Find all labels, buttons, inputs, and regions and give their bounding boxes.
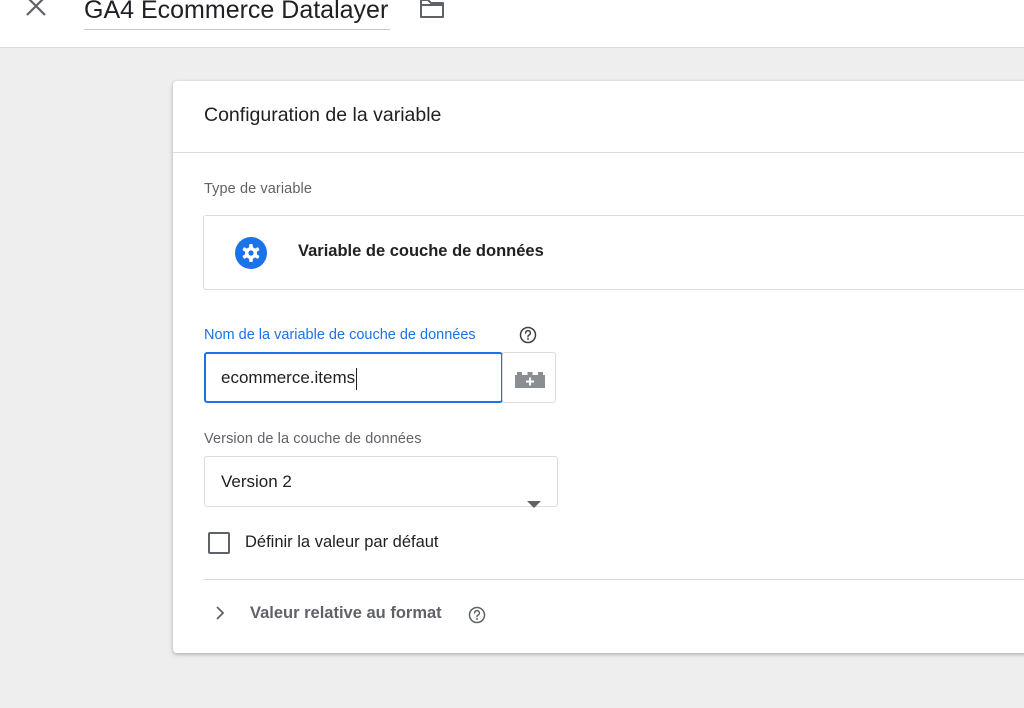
card-title: Configuration de la variable — [204, 104, 442, 126]
default-value-checkbox[interactable] — [208, 532, 230, 554]
default-value-label: Définir la valeur par défaut — [245, 533, 439, 551]
card-header: Configuration de la variable — [173, 81, 1024, 153]
data-layer-version-label: Version de la couche de données — [204, 431, 422, 447]
variable-configuration-card: Configuration de la variable Type de var… — [173, 81, 1024, 653]
format-value-expander[interactable]: Valeur relative au format — [203, 599, 523, 631]
data-layer-version-select[interactable]: Version 2 — [204, 456, 558, 508]
variable-type-label: Type de variable — [204, 181, 312, 197]
help-icon[interactable] — [468, 606, 486, 624]
data-layer-name-value: ecommerce.items — [221, 368, 356, 387]
dropdown-arrow-icon — [527, 479, 541, 508]
title-field[interactable]: GA4 Ecommerce Datalayer — [84, 0, 391, 30]
folder-icon[interactable] — [418, 0, 446, 20]
chevron-right-icon — [214, 606, 226, 620]
data-layer-name-input[interactable]: ecommerce.items — [204, 352, 503, 403]
data-layer-name-label: Nom de la variable de couche de données — [204, 327, 476, 343]
gear-icon — [235, 237, 267, 269]
variable-type-name: Variable de couche de données — [298, 242, 544, 260]
top-bar: GA4 Ecommerce Datalayer — [0, 0, 1024, 48]
page-title: GA4 Ecommerce Datalayer — [84, 0, 389, 24]
text-caret — [356, 367, 358, 390]
divider — [203, 579, 1024, 580]
close-icon[interactable] — [22, 0, 50, 22]
lego-brick-plus-icon[interactable] — [502, 352, 556, 403]
variable-type-selector[interactable]: Variable de couche de données — [203, 215, 1024, 290]
selected-version: Version 2 — [221, 472, 292, 491]
format-value-label: Valeur relative au format — [250, 604, 442, 622]
help-icon[interactable] — [519, 326, 537, 344]
